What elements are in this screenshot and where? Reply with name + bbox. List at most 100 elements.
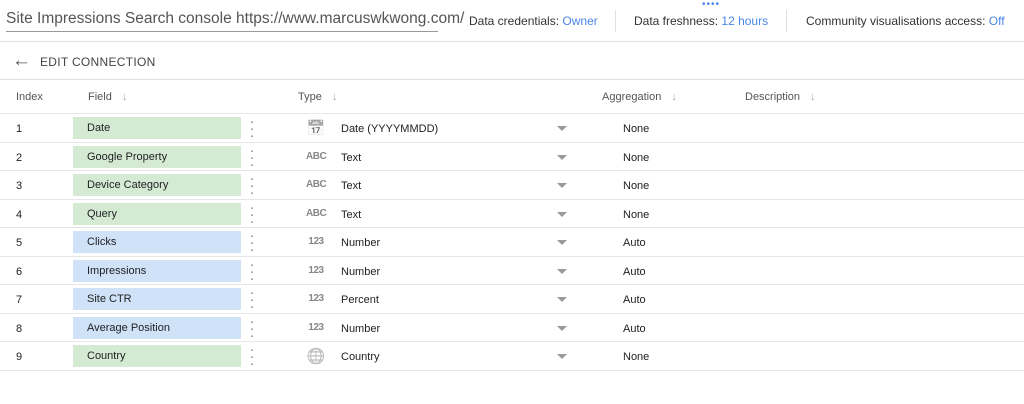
globe-icon: 🌐 (306, 348, 326, 365)
community-label: Community visualisations access: (806, 14, 986, 28)
field-name-chip[interactable]: Date (73, 117, 241, 139)
field-name-chip[interactable]: Country (73, 345, 241, 367)
divider (615, 10, 616, 32)
table-row: 1 Date · · · 📅 Date (YYYYMMDD) None (0, 114, 1024, 143)
top-bar: •••• Site Impressions Search console htt… (0, 0, 1024, 42)
more-vert-icon[interactable]: · · · (249, 114, 255, 143)
type-select[interactable]: Text (341, 209, 361, 221)
dropdown-caret-icon[interactable] (557, 354, 567, 359)
header-label: Index (16, 91, 43, 103)
more-vert-icon[interactable]: · · · (249, 143, 255, 172)
type-select[interactable]: Text (341, 180, 361, 192)
dropdown-caret-icon[interactable] (557, 154, 567, 160)
type-select[interactable]: Percent (341, 294, 379, 306)
dropdown-caret-icon[interactable] (557, 297, 567, 302)
more-vert-icon[interactable]: · · · (249, 171, 255, 200)
aggregation-select[interactable]: None (623, 152, 649, 164)
aggregation-select[interactable]: None (623, 180, 649, 192)
row-index: 1 (16, 123, 23, 135)
field-name-chip[interactable]: Google Property (73, 145, 241, 168)
sort-arrow-icon[interactable]: ↓ (810, 91, 816, 103)
aggregation-select[interactable]: Auto (623, 294, 646, 306)
aggregation-select[interactable]: None (623, 123, 649, 135)
row-index: 8 (16, 322, 23, 335)
freshness-label: Data freshness: (634, 14, 719, 28)
column-header-type[interactable]: Type ↓ (298, 91, 337, 103)
data-source-name-input[interactable]: Site Impressions Search console https://… (6, 10, 464, 32)
more-vert-icon[interactable]: · · · (249, 342, 255, 371)
type-select[interactable]: Number (341, 266, 380, 278)
drag-handle-icon[interactable]: •••• (702, 0, 720, 10)
column-header-description[interactable]: Description ↓ (745, 91, 816, 103)
row-index: 3 (16, 180, 23, 192)
aggregation-select[interactable]: None (623, 209, 649, 221)
aggregation-select[interactable]: Auto (623, 266, 646, 278)
type-select[interactable]: Date (YYYYMMDD) (341, 123, 438, 135)
back-arrow-icon[interactable]: ← (12, 50, 31, 72)
field-name-chip[interactable]: Average Position (73, 316, 241, 339)
table-row: 9 Country · · · 🌐 Country None (0, 342, 1024, 371)
aggregation-select[interactable]: None (623, 351, 649, 363)
column-header-index: Index (16, 91, 43, 103)
row-index: 2 (16, 151, 23, 164)
dropdown-caret-icon[interactable] (557, 240, 567, 245)
table-row: 3 Device Category · · · ABC Text None (0, 171, 1024, 200)
more-vert-icon[interactable]: · · · (249, 285, 255, 314)
dropdown-caret-icon[interactable] (557, 325, 567, 331)
type-select[interactable]: Country (341, 351, 380, 363)
sort-arrow-icon[interactable]: ↓ (122, 91, 128, 103)
123-icon: 123 (308, 293, 324, 304)
data-credentials[interactable]: Data credentials: Owner (469, 14, 598, 28)
123-icon: 123 (308, 264, 324, 276)
sort-arrow-icon[interactable]: ↓ (671, 91, 677, 103)
calendar-icon: 📅 (306, 120, 326, 137)
more-vert-icon[interactable]: · · · (249, 314, 255, 343)
abc-icon: ABC (306, 207, 327, 219)
table-row: 6 Impressions · · · 123 Number Auto (0, 257, 1024, 286)
more-vert-icon[interactable]: · · · (249, 200, 255, 229)
type-select[interactable]: Number (341, 237, 380, 249)
field-name-chip[interactable]: Clicks (73, 231, 241, 253)
table-row: 8 Average Position · · · 123 Number Auto (0, 314, 1024, 343)
community-access[interactable]: Community visualisations access: Off (806, 14, 1005, 28)
type-select[interactable]: Number (341, 323, 380, 335)
more-vert-icon[interactable]: · · · (249, 228, 255, 257)
credentials-link[interactable]: Owner (562, 14, 597, 28)
column-header-field[interactable]: Field ↓ (88, 91, 127, 103)
row-index: 7 (16, 294, 23, 306)
123-icon: 123 (308, 321, 324, 333)
row-index: 6 (16, 265, 23, 278)
header-label: Type (298, 91, 322, 103)
field-name-chip[interactable]: Impressions (73, 259, 241, 282)
freshness-link[interactable]: 12 hours (721, 14, 768, 28)
type-select[interactable]: Text (341, 152, 361, 164)
table-row: 7 Site CTR · · · 123 Percent Auto (0, 285, 1024, 314)
field-name-chip[interactable]: Device Category (73, 174, 241, 196)
row-index: 5 (16, 237, 23, 249)
sort-arrow-icon[interactable]: ↓ (332, 91, 338, 103)
aggregation-select[interactable]: Auto (623, 323, 646, 335)
header-label: Aggregation (602, 91, 662, 103)
data-freshness[interactable]: Data freshness: 12 hours (634, 14, 768, 28)
edit-connection-bar: ← EDIT CONNECTION (0, 43, 1024, 80)
abc-icon: ABC (306, 150, 327, 162)
field-name-chip[interactable]: Site CTR (73, 288, 241, 310)
dropdown-caret-icon[interactable] (557, 183, 567, 188)
field-name-chip[interactable]: Query (73, 202, 241, 225)
edit-connection-button[interactable]: EDIT CONNECTION (40, 55, 156, 69)
dropdown-caret-icon[interactable] (557, 126, 567, 131)
abc-icon: ABC (306, 179, 327, 190)
header-label: Field (88, 91, 112, 103)
aggregation-select[interactable]: Auto (623, 237, 646, 249)
more-vert-icon[interactable]: · · · (249, 257, 255, 286)
table-row: 2 Google Property · · · ABC Text None (0, 143, 1024, 172)
dropdown-caret-icon[interactable] (557, 268, 567, 274)
dropdown-caret-icon[interactable] (557, 211, 567, 217)
table-row: 4 Query · · · ABC Text None (0, 200, 1024, 229)
community-link[interactable]: Off (989, 14, 1005, 28)
column-header-aggregation[interactable]: Aggregation ↓ (602, 91, 677, 103)
table-row: 5 Clicks · · · 123 Number Auto (0, 228, 1024, 257)
123-icon: 123 (308, 236, 324, 247)
row-index: 9 (16, 351, 23, 363)
header-label: Description (745, 91, 801, 103)
